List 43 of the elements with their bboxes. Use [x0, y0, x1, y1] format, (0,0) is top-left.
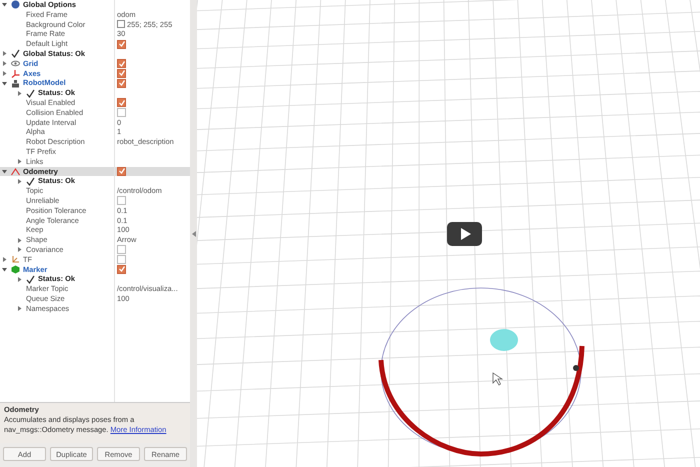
expanded-arrow-icon[interactable]: [2, 168, 7, 174]
checkbox[interactable]: [117, 166, 126, 176]
checkmark-icon: [26, 88, 35, 98]
checkmark-icon: [26, 274, 35, 284]
collapsed-arrow-icon[interactable]: [17, 247, 22, 252]
collapsed-arrow-icon[interactable]: [17, 306, 22, 312]
collapsed-arrow-icon[interactable]: [17, 238, 22, 243]
checkbox[interactable]: [117, 68, 126, 78]
checkbox[interactable]: [117, 108, 126, 118]
collapsed-arrow-icon[interactable]: [2, 257, 7, 262]
checkbox[interactable]: [117, 255, 126, 264]
collapsed-arrow-icon[interactable]: [17, 276, 22, 282]
collapsed-arrow-icon[interactable]: [2, 61, 7, 66]
collapsed-arrow-icon[interactable]: [17, 90, 22, 96]
odometry-icon: [11, 166, 20, 176]
color-swatch[interactable]: [117, 20, 125, 28]
play-button[interactable]: [447, 222, 482, 246]
robot-icon: [11, 78, 20, 88]
collapsed-arrow-icon[interactable]: [2, 70, 7, 76]
axes-icon: [11, 68, 20, 78]
expanded-arrow-icon[interactable]: [2, 80, 7, 86]
tf-icon: [11, 255, 20, 264]
collapse-arrow-icon[interactable]: [192, 230, 196, 236]
collapsed-arrow-icon[interactable]: [17, 178, 22, 184]
cursor-icon: [492, 372, 504, 386]
globe-icon: [11, 0, 20, 10]
play-icon: [458, 228, 470, 240]
cube-icon: [11, 264, 20, 274]
checkbox[interactable]: [117, 78, 126, 88]
checkbox[interactable]: [117, 40, 126, 49]
collapsed-arrow-icon[interactable]: [17, 159, 22, 164]
checkmark-icon: [26, 176, 35, 186]
checkbox[interactable]: [117, 245, 126, 254]
collapsed-arrow-icon[interactable]: [2, 51, 7, 56]
checkbox[interactable]: [117, 98, 126, 108]
expanded-arrow-icon[interactable]: [2, 266, 7, 272]
checkbox[interactable]: [117, 59, 126, 68]
checkbox[interactable]: [117, 196, 126, 206]
checkbox[interactable]: [117, 264, 126, 274]
disc-marker: [490, 329, 518, 351]
expanded-arrow-icon[interactable]: [2, 2, 7, 8]
eye-icon: [11, 59, 20, 68]
checkmark-icon: [11, 49, 20, 58]
